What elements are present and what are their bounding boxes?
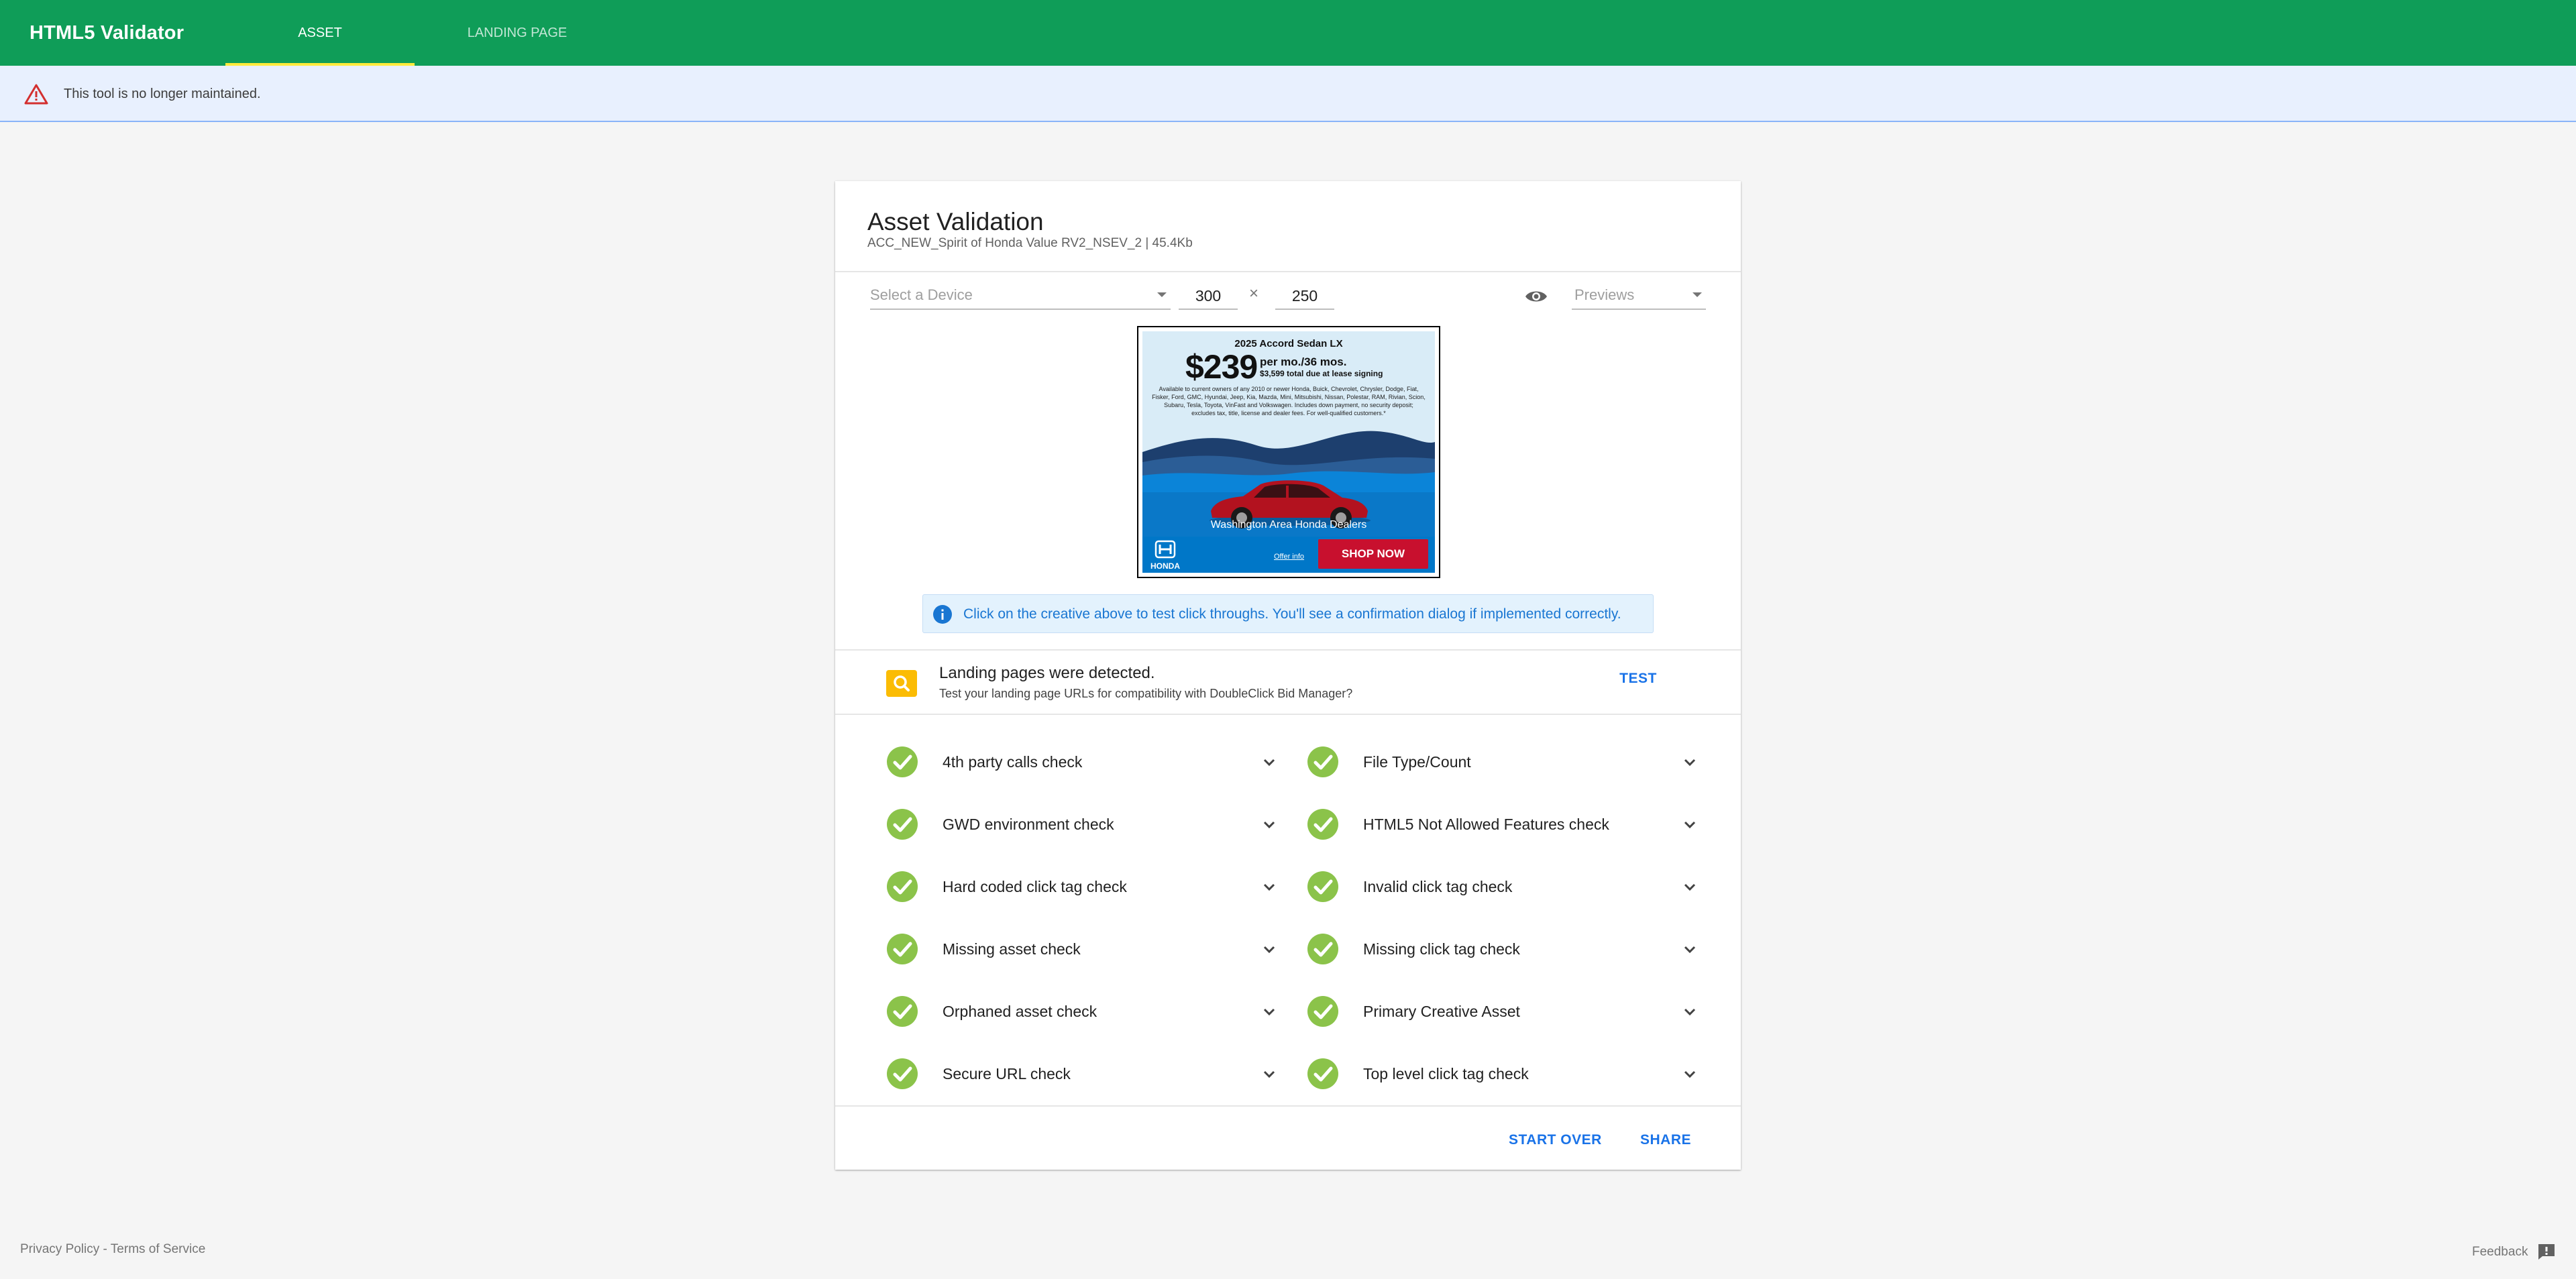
check-label: Missing click tag check (1363, 940, 1520, 958)
check-label: Missing asset check (943, 940, 1081, 958)
check-circle-icon (887, 871, 918, 902)
check-circle-icon (1307, 1058, 1338, 1089)
start-over-button[interactable]: START OVER (1509, 1123, 1602, 1157)
chevron-down-icon[interactable] (1682, 818, 1697, 832)
check-circle-icon (1307, 746, 1338, 777)
previews-select[interactable]: Previews (1572, 283, 1706, 310)
divider (835, 271, 1741, 272)
terms-of-service-link[interactable]: Terms of Service (111, 1242, 205, 1256)
check-label: HTML5 Not Allowed Features check (1363, 816, 1609, 833)
app-bar: HTML5 Validator ASSET LANDING PAGE (0, 0, 2576, 66)
check-label: Top level click tag check (1363, 1065, 1529, 1082)
offer-info-link[interactable]: Offer info (1274, 553, 1304, 561)
check-item[interactable]: Top level click tag check (1307, 1054, 1703, 1094)
check-item[interactable]: Primary Creative Asset (1307, 991, 1703, 1032)
ad-bottom-bar: HONDA Offer info SHOP NOW (1142, 537, 1435, 573)
check-circle-icon (1307, 996, 1338, 1027)
check-circle-icon (1307, 934, 1338, 964)
chevron-down-icon[interactable] (1682, 1005, 1697, 1019)
previews-select-placeholder: Previews (1574, 286, 1635, 303)
chevron-down-icon[interactable] (1262, 942, 1277, 957)
ad-per-month: per mo./36 mos. (1260, 355, 1347, 368)
info-text: Click on the creative above to test clic… (963, 606, 1621, 622)
device-select[interactable]: Select a Device (870, 283, 1171, 310)
click-through-info: Click on the creative above to test clic… (922, 594, 1654, 633)
chevron-down-icon[interactable] (1262, 880, 1277, 895)
landing-pages-description: Test your landing page URLs for compatib… (939, 687, 1353, 700)
check-circle-icon (887, 934, 918, 964)
landing-pages-title: Landing pages were detected. (939, 664, 1155, 682)
shop-now-button[interactable]: SHOP NOW (1318, 539, 1428, 569)
share-button[interactable]: SHARE (1640, 1123, 1691, 1157)
maintenance-banner: This tool is no longer maintained. (0, 66, 2576, 122)
chevron-down-icon[interactable] (1682, 1067, 1697, 1082)
check-label: Primary Creative Asset (1363, 1003, 1520, 1020)
asset-validation-card: Asset Validation ACC_NEW_Spirit of Honda… (835, 181, 1741, 1170)
check-item[interactable]: Secure URL check (886, 1054, 1282, 1094)
check-circle-icon (887, 809, 918, 840)
dropdown-arrow-icon (1157, 292, 1167, 297)
check-label: 4th party calls check (943, 753, 1083, 771)
asset-filename: ACC_NEW_Spirit of Honda Value RV2_NSEV_2… (867, 236, 1193, 250)
ad-dealers-text: Washington Area Honda Dealers (1210, 519, 1367, 531)
check-item[interactable]: Invalid click tag check (1307, 867, 1703, 907)
check-item[interactable]: 4th party calls check (886, 742, 1282, 782)
chevron-down-icon[interactable] (1262, 755, 1277, 770)
times-separator: × (1249, 284, 1259, 302)
chevron-down-icon[interactable] (1682, 755, 1697, 770)
check-label: Orphaned asset check (943, 1003, 1097, 1020)
check-circle-icon (887, 996, 918, 1027)
feedback-link[interactable]: Feedback (2472, 1245, 2528, 1260)
ad-creative[interactable]: 2025 Accord Sedan LX $239 per mo./36 mos… (1142, 331, 1435, 573)
check-label: GWD environment check (943, 816, 1114, 833)
card-title: Asset Validation (867, 208, 1044, 235)
chevron-down-icon[interactable] (1682, 880, 1697, 895)
chevron-down-icon[interactable] (1682, 942, 1697, 957)
privacy-policy-link[interactable]: Privacy Policy (20, 1242, 99, 1256)
height-input[interactable] (1275, 283, 1334, 310)
check-circle-icon (1307, 871, 1338, 902)
divider (835, 1105, 1741, 1107)
check-item[interactable]: Missing asset check (886, 929, 1282, 969)
check-item[interactable]: Orphaned asset check (886, 991, 1282, 1032)
honda-wordmark: HONDA (1150, 561, 1180, 571)
ad-due-at-signing: $3,599 total due at lease signing (1260, 369, 1383, 378)
check-item[interactable]: Hard coded click tag check (886, 867, 1282, 907)
tab-asset[interactable]: ASSET (225, 0, 415, 66)
chevron-down-icon[interactable] (1262, 1005, 1277, 1019)
test-landing-pages-button[interactable]: TEST (1613, 661, 1663, 696)
check-label: File Type/Count (1363, 753, 1471, 771)
divider (835, 714, 1741, 715)
footer-links: Privacy Policy - Terms of Service (20, 1242, 205, 1257)
check-item[interactable]: HTML5 Not Allowed Features check (1307, 804, 1703, 844)
honda-logo: HONDA (1150, 540, 1180, 571)
ad-price: $239 (1185, 348, 1258, 386)
check-circle-icon (1307, 809, 1338, 840)
search-icon (886, 670, 917, 697)
chevron-down-icon[interactable] (1262, 818, 1277, 832)
check-item[interactable]: GWD environment check (886, 804, 1282, 844)
divider (835, 649, 1741, 651)
ad-fine-print: Available to current owners of any 2010 … (1152, 386, 1426, 416)
check-item[interactable]: Missing click tag check (1307, 929, 1703, 969)
check-circle-icon (887, 746, 918, 777)
app-title: HTML5 Validator (30, 22, 184, 44)
chevron-down-icon[interactable] (1262, 1067, 1277, 1082)
check-label: Hard coded click tag check (943, 878, 1127, 895)
check-item[interactable]: File Type/Count (1307, 742, 1703, 782)
footer-separator: - (99, 1242, 111, 1256)
banner-text: This tool is no longer maintained. (64, 87, 261, 101)
check-label: Invalid click tag check (1363, 878, 1513, 895)
dropdown-arrow-icon (1693, 292, 1702, 297)
width-input[interactable] (1179, 283, 1238, 310)
warning-icon (24, 84, 48, 105)
tab-landing-page[interactable]: LANDING PAGE (423, 0, 612, 66)
feedback-icon[interactable] (2537, 1243, 2556, 1260)
check-label: Secure URL check (943, 1065, 1071, 1082)
check-circle-icon (887, 1058, 918, 1089)
device-select-placeholder: Select a Device (870, 286, 973, 303)
info-icon (933, 605, 952, 624)
eye-icon[interactable] (1524, 287, 1548, 306)
creative-preview[interactable]: 2025 Accord Sedan LX $239 per mo./36 mos… (1137, 326, 1440, 578)
